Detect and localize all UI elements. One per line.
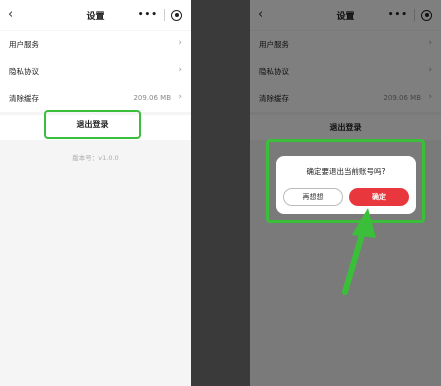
chevron-right-icon: › <box>178 65 182 75</box>
chevron-right-icon: › <box>178 38 182 48</box>
left-phone-screen: ‹ 设置 ••• 用户服务 › 隐私协议 › 清除缓存 209.06 MB › … <box>0 0 191 386</box>
mini-program-capsule: ••• <box>138 9 182 21</box>
row-label: 用户服务 <box>9 40 39 49</box>
more-dots-icon[interactable]: ••• <box>138 10 158 20</box>
capsule-divider <box>164 9 165 21</box>
row-label: 隐私协议 <box>9 67 39 76</box>
version-text: 版本号：v1.0.0 <box>72 154 119 162</box>
cancel-button[interactable]: 再想想 <box>283 188 343 206</box>
nav-bar: ‹ 设置 ••• <box>0 0 191 30</box>
close-target-icon[interactable] <box>171 9 182 21</box>
settings-list: 用户服务 › 隐私协议 › 清除缓存 209.06 MB › <box>0 31 191 112</box>
screen-separator <box>191 0 250 386</box>
cache-size-value: 209.06 MB <box>133 94 171 102</box>
settings-row-privacy[interactable]: 隐私协议 › <box>0 58 191 85</box>
dialog-message: 确定要退出当前账号吗? <box>306 167 386 176</box>
confirm-button[interactable]: 确定 <box>349 188 409 206</box>
settings-row-user-service[interactable]: 用户服务 › <box>0 31 191 58</box>
logout-button[interactable]: 退出登录 <box>44 110 141 139</box>
row-label: 清除缓存 <box>9 94 39 103</box>
confirm-logout-dialog: 确定要退出当前账号吗? 再想想 确定 <box>276 156 416 214</box>
chevron-right-icon: › <box>178 92 182 102</box>
settings-row-clear-cache[interactable]: 清除缓存 209.06 MB › <box>0 85 191 112</box>
